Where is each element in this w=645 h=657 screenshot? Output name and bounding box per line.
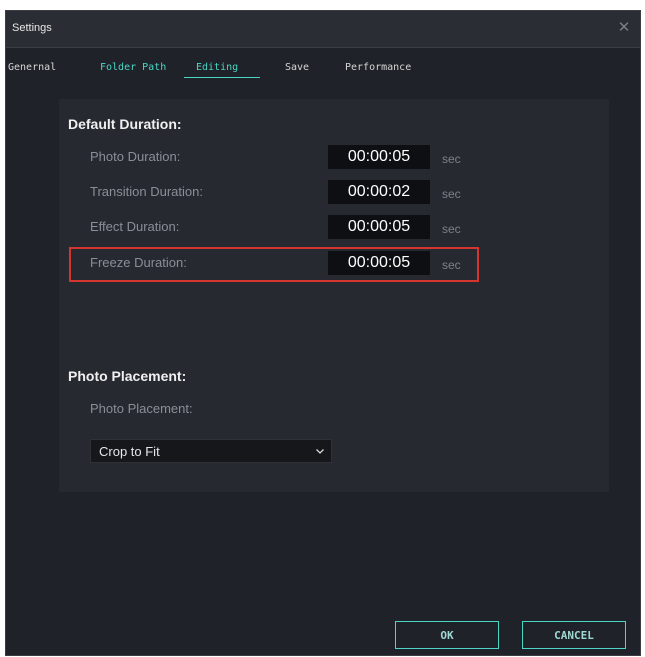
chevron-down-icon xyxy=(316,449,324,454)
photo-placement-title: Photo Placement: xyxy=(68,368,187,384)
transition-duration-label: Transition Duration: xyxy=(90,184,203,199)
settings-dialog: Settings ✕ Genernal Folder Path Editing … xyxy=(5,10,641,656)
tab-bar: Genernal Folder Path Editing Save Perfor… xyxy=(6,47,640,82)
close-icon[interactable]: ✕ xyxy=(616,19,632,35)
tab-editing[interactable]: Editing xyxy=(196,62,238,73)
default-duration-title: Default Duration: xyxy=(68,116,182,132)
effect-duration-unit: sec xyxy=(442,222,461,236)
freeze-duration-highlight xyxy=(69,247,479,282)
title-bar: Settings ✕ xyxy=(6,11,640,47)
photo-duration-label: Photo Duration: xyxy=(90,149,181,164)
photo-placement-select[interactable]: Crop to Fit xyxy=(90,439,332,463)
photo-duration-input[interactable]: 00:00:05 xyxy=(328,145,430,169)
photo-placement-value: Crop to Fit xyxy=(99,443,160,459)
active-tab-underline xyxy=(184,77,260,78)
tab-save[interactable]: Save xyxy=(285,62,309,73)
transition-duration-input[interactable]: 00:00:02 xyxy=(328,180,430,204)
photo-placement-panel: Photo Placement: Photo Placement: Crop t… xyxy=(59,351,609,492)
tab-performance[interactable]: Performance xyxy=(345,62,411,73)
photo-placement-label: Photo Placement: xyxy=(90,401,193,416)
effect-duration-input[interactable]: 00:00:05 xyxy=(328,215,430,239)
ok-button[interactable]: OK xyxy=(395,621,499,649)
photo-duration-unit: sec xyxy=(442,152,461,166)
effect-duration-label: Effect Duration: xyxy=(90,219,180,234)
cancel-button[interactable]: CANCEL xyxy=(522,621,626,649)
tab-general[interactable]: Genernal xyxy=(8,62,56,73)
tab-folder-path[interactable]: Folder Path xyxy=(100,62,166,73)
default-duration-panel: Default Duration: Photo Duration: 00:00:… xyxy=(59,99,609,351)
transition-duration-unit: sec xyxy=(442,187,461,201)
window-title: Settings xyxy=(12,22,52,34)
